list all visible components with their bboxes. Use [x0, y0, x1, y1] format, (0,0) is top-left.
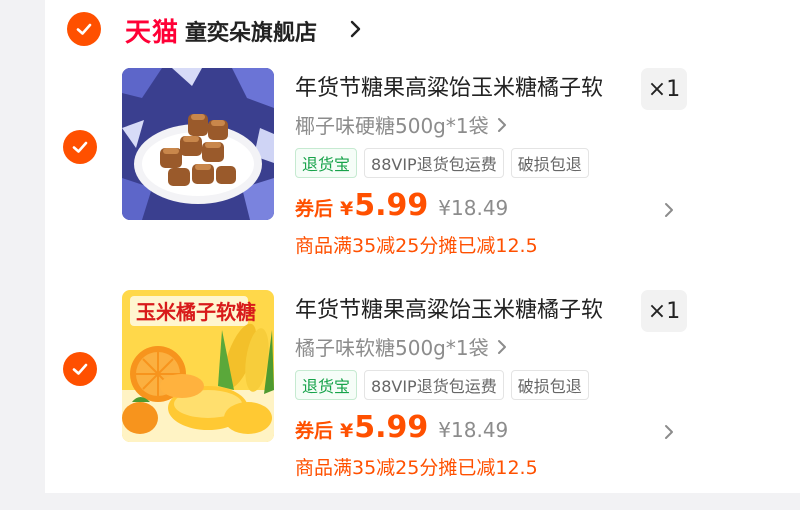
- chevron-right-icon[interactable]: [663, 201, 675, 219]
- item-select-checkbox[interactable]: [63, 130, 97, 164]
- original-price: ¥18.49: [438, 196, 509, 220]
- promo-text: 商品满35减25分摊已减12.5: [295, 235, 538, 257]
- cart-item[interactable]: 玉米橘子软糖 年货节糖果高粱饴玉米糖橘子软 ×1 橘子味软糖500g*1袋 退货…: [45, 290, 800, 510]
- tag-return-insurance: 退货宝: [295, 370, 358, 400]
- sku-selector[interactable]: 椰子味硬糖500g*1袋: [295, 110, 507, 139]
- original-price: ¥18.49: [438, 418, 509, 442]
- final-price: 5.99: [354, 188, 429, 223]
- item-select-checkbox[interactable]: [63, 352, 97, 386]
- sku-label: 椰子味硬糖500g*1袋: [295, 114, 489, 138]
- checkmark-icon: [76, 23, 92, 35]
- product-title[interactable]: 年货节糖果高粱饴玉米糖橘子软: [295, 70, 603, 102]
- tag-damage-refund: 破损包退: [510, 148, 589, 178]
- corn-orange-candy-image: 玉米橘子软糖: [122, 290, 274, 442]
- checkmark-icon: [72, 141, 88, 153]
- tag-damage-refund: 破损包退: [510, 370, 589, 400]
- tmall-logo: 天猫: [125, 18, 180, 48]
- price-row: 券后 ¥ 5.99 ¥18.49: [295, 188, 508, 223]
- product-image[interactable]: [122, 68, 274, 220]
- quantity-badge[interactable]: ×1: [641, 68, 687, 110]
- price-row: 券后 ¥ 5.99 ¥18.49: [295, 410, 508, 445]
- chevron-right-icon[interactable]: [663, 423, 675, 441]
- tag-return-insurance: 退货宝: [295, 148, 358, 178]
- service-tags: 退货宝 88VIP退货包运费 破损包退: [295, 148, 589, 178]
- tag-88vip-return: 88VIP退货包运费: [364, 148, 504, 178]
- price-label: 券后: [295, 420, 334, 442]
- sku-label: 橘子味软糖500g*1袋: [295, 336, 489, 360]
- product-title[interactable]: 年货节糖果高粱饴玉米糖橘子软: [295, 292, 603, 324]
- shop-select-checkbox[interactable]: [67, 12, 101, 46]
- checkmark-icon: [72, 363, 88, 375]
- cart-store-card: 天猫 童奕朵旗舰店 年货节糖果高粱饴玉米糖橘子软 ×1 椰子味硬糖500g*1袋…: [45, 0, 800, 493]
- product-image-text: 玉米橘子软糖: [136, 300, 256, 324]
- shop-header[interactable]: 天猫 童奕朵旗舰店: [45, 0, 800, 60]
- chevron-right-icon[interactable]: [349, 19, 363, 39]
- sku-selector[interactable]: 橘子味软糖500g*1袋: [295, 332, 507, 361]
- currency-symbol: ¥: [340, 198, 354, 220]
- product-image[interactable]: 玉米橘子软糖: [122, 290, 274, 442]
- price-label: 券后: [295, 198, 334, 220]
- currency-symbol: ¥: [340, 420, 354, 442]
- cart-item[interactable]: 年货节糖果高粱饴玉米糖橘子软 ×1 椰子味硬糖500g*1袋 退货宝 88VIP…: [45, 68, 800, 288]
- quantity-badge[interactable]: ×1: [641, 290, 687, 332]
- tag-88vip-return: 88VIP退货包运费: [364, 370, 504, 400]
- caramel-candy-image: [122, 68, 274, 220]
- final-price: 5.99: [354, 410, 429, 445]
- chevron-right-icon: [497, 339, 506, 354]
- shop-name[interactable]: 童奕朵旗舰店: [185, 15, 317, 47]
- service-tags: 退货宝 88VIP退货包运费 破损包退: [295, 370, 589, 400]
- promo-text: 商品满35减25分摊已减12.5: [295, 457, 538, 479]
- chevron-right-icon: [497, 117, 506, 132]
